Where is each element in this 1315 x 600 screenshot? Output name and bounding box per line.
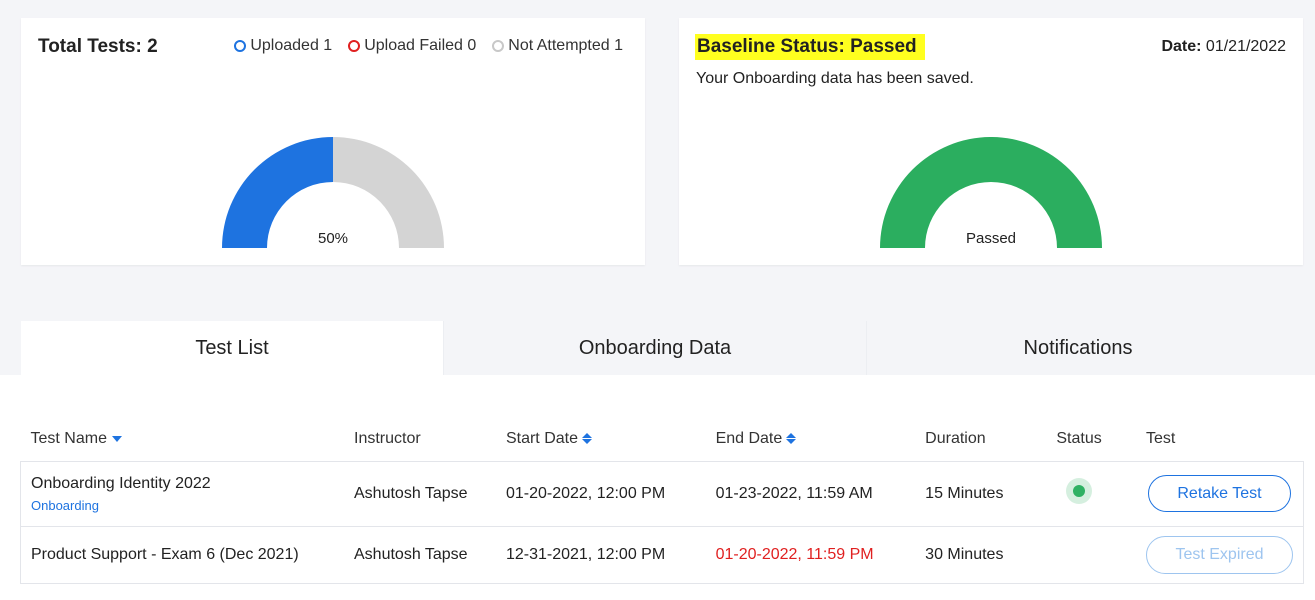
instructor-cell: Ashutosh Tapse xyxy=(344,525,496,584)
header-duration: Duration xyxy=(925,429,986,447)
start-date-cell: 12-31-2021, 12:00 PM xyxy=(495,525,706,584)
header-test-name[interactable]: Test Name xyxy=(21,417,345,461)
circle-outline-icon xyxy=(234,40,247,52)
start-date-cell: 01-20-2022, 12:00 PM xyxy=(495,460,706,527)
date-label: Date: xyxy=(1161,38,1202,55)
baseline-date: Date: 01/21/2022 xyxy=(1161,38,1286,56)
legend-uploaded-label: Uploaded 1 xyxy=(250,37,333,54)
header-test-name-label: Test Name xyxy=(30,429,107,447)
test-name-cell: Onboarding Identity 2022 Onboarding xyxy=(20,460,344,527)
end-date-cell: 01-23-2022, 11:59 AM xyxy=(705,460,916,527)
legend-not-attempted: Not Attempted 1 xyxy=(492,37,623,55)
duration-cell: 15 Minutes xyxy=(915,460,1047,527)
gauge-passed-label: Passed xyxy=(965,230,1017,247)
header-instructor: Instructor xyxy=(354,429,421,447)
total-tests-card: Total Tests: 2 Uploaded 1 Upload Failed … xyxy=(21,18,645,265)
table-row: Onboarding Identity 2022 Onboarding Ashu… xyxy=(20,460,1304,527)
test-name: Product Support - Exam 6 (Dec 2021) xyxy=(31,545,299,563)
instructor-cell: Ashutosh Tapse xyxy=(344,460,496,527)
test-list-table: Test Name Instructor Start Date End Date… xyxy=(20,417,1304,584)
circle-outline-icon xyxy=(492,40,505,52)
test-expired-button: Test Expired xyxy=(1145,535,1293,574)
tab-test-list[interactable]: Test List xyxy=(21,321,443,375)
status-active-icon xyxy=(1066,478,1093,504)
baseline-status-title: Baseline Status: Passed xyxy=(695,34,925,60)
total-tests-title: Total Tests: 2 xyxy=(38,36,158,57)
status-cell xyxy=(1046,460,1136,527)
retake-test-button[interactable]: Retake Test xyxy=(1147,475,1291,512)
tab-onboarding-data[interactable]: Onboarding Data xyxy=(443,321,866,375)
header-end-date-label: End Date xyxy=(715,429,783,447)
legend-upload-failed: Upload Failed 0 xyxy=(348,37,476,55)
onboarding-saved-message: Your Onboarding data has been saved. xyxy=(696,70,974,87)
date-value: 01/21/2022 xyxy=(1205,38,1286,55)
circle-outline-icon xyxy=(348,40,361,52)
gauge-percent-label: 50% xyxy=(317,230,349,247)
baseline-status-card: Baseline Status: Passed Date: 01/21/2022… xyxy=(679,18,1303,265)
status-cell xyxy=(1046,525,1136,584)
legend-not-attempted-label: Not Attempted 1 xyxy=(508,37,623,54)
header-status: Status xyxy=(1056,429,1102,447)
header-start-date[interactable]: Start Date xyxy=(496,417,706,461)
upload-legend: Uploaded 1 Upload Failed 0 Not Attempted… xyxy=(234,37,623,55)
test-name: Onboarding Identity 2022 xyxy=(31,474,211,492)
sort-desc-icon xyxy=(111,435,122,442)
header-test: Test xyxy=(1145,429,1176,447)
end-date-cell: 01-20-2022, 11:59 PM xyxy=(705,525,916,584)
legend-uploaded: Uploaded 1 xyxy=(234,37,332,55)
tab-bar: Test List Onboarding Data Notifications xyxy=(21,321,1289,375)
table-row: Product Support - Exam 6 (Dec 2021) Ashu… xyxy=(20,525,1304,584)
action-cell: Retake Test xyxy=(1135,460,1304,527)
sort-icon xyxy=(786,433,797,445)
test-category-tag: Onboarding xyxy=(31,497,99,513)
tab-notifications[interactable]: Notifications xyxy=(866,321,1289,375)
header-end-date[interactable]: End Date xyxy=(706,417,916,461)
baseline-gauge: Passed xyxy=(880,136,1102,249)
sort-icon xyxy=(581,433,592,445)
duration-cell: 30 Minutes xyxy=(915,525,1047,584)
test-name-cell: Product Support - Exam 6 (Dec 2021) xyxy=(20,525,344,584)
tests-progress-gauge: 50% xyxy=(222,137,444,249)
header-start-date-label: Start Date xyxy=(505,429,578,447)
action-cell: Test Expired xyxy=(1135,525,1304,584)
table-header-row: Test Name Instructor Start Date End Date… xyxy=(21,417,1304,461)
legend-upload-failed-label: Upload Failed 0 xyxy=(364,37,477,54)
